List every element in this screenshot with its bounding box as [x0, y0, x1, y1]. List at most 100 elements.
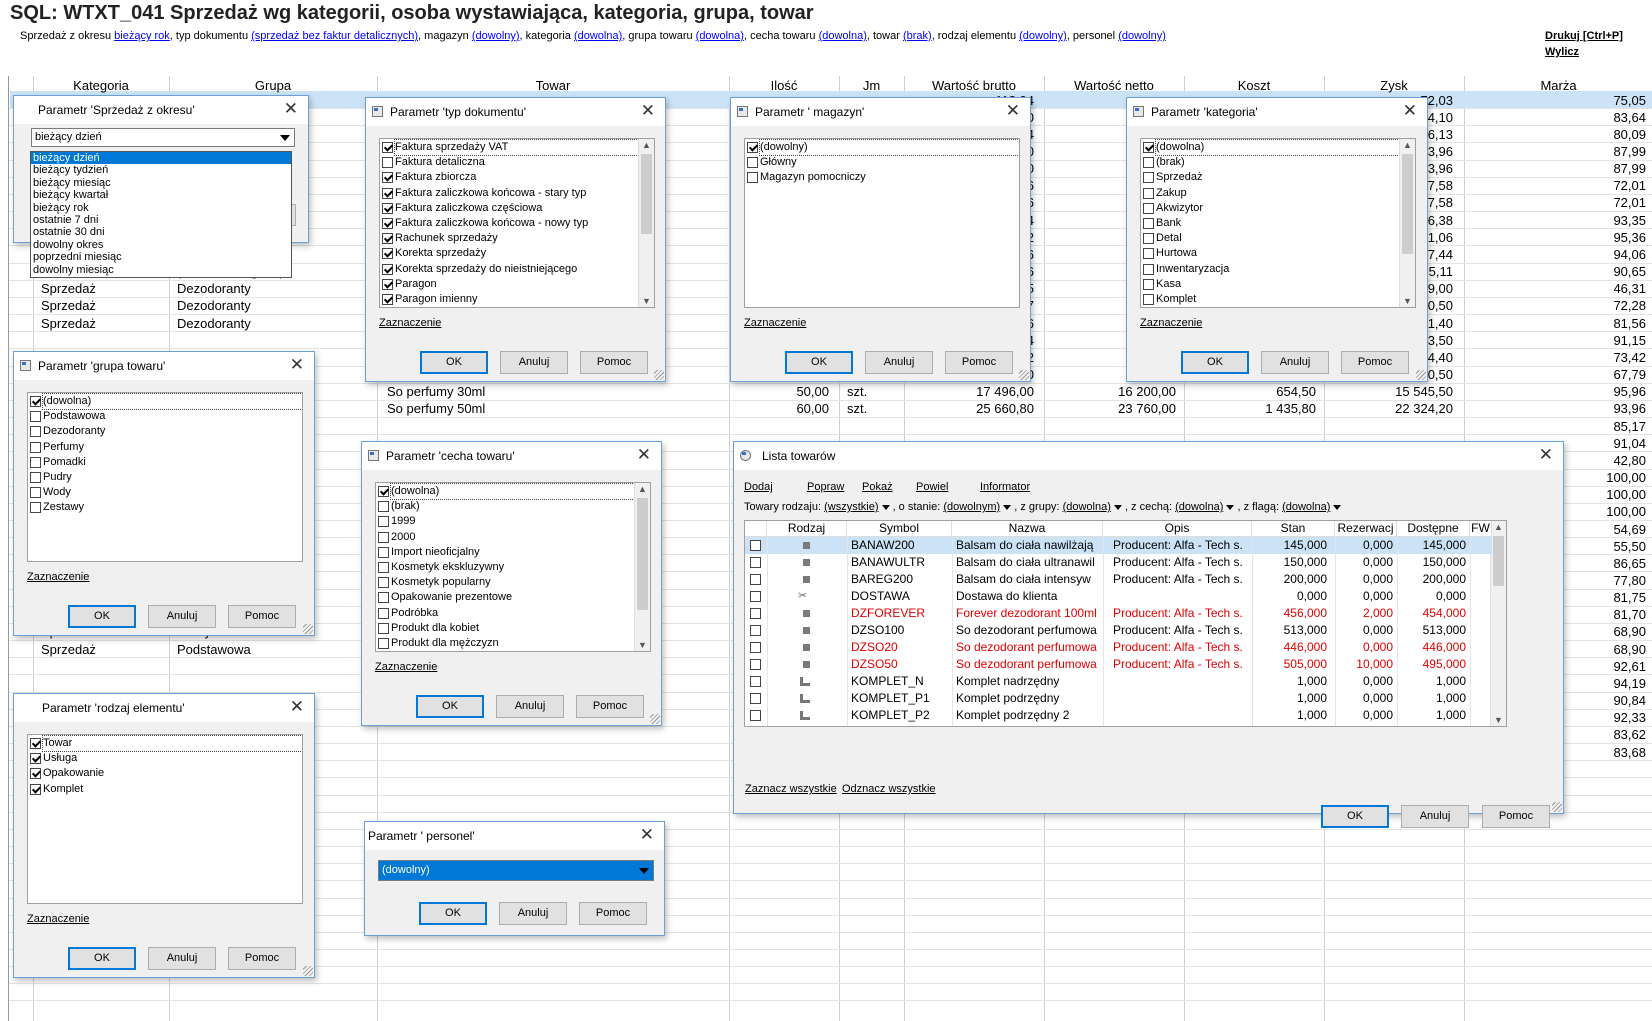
- deselect-all-link[interactable]: Odznacz wszystkie: [842, 783, 936, 795]
- list-item[interactable]: Paragon: [380, 277, 638, 292]
- chevron-down-icon[interactable]: [1333, 504, 1342, 510]
- print-link[interactable]: Drukuj [Ctrl+P]: [1545, 30, 1623, 42]
- list-item[interactable]: (dowolna): [1141, 139, 1400, 157]
- checkbox[interactable]: [382, 233, 393, 245]
- row-checkbox[interactable]: [750, 659, 761, 670]
- close-icon[interactable]: ✕: [637, 445, 651, 465]
- checkbox[interactable]: [378, 531, 389, 543]
- cancel-button[interactable]: Anuluj: [148, 605, 216, 628]
- list-item[interactable]: Kosmetyk popularny: [376, 575, 634, 590]
- chevron-down-icon[interactable]: [1003, 504, 1012, 510]
- checkbox[interactable]: [382, 157, 393, 169]
- resize-grip[interactable]: [650, 714, 660, 724]
- dropdown-option[interactable]: poprzedni miesiąc: [31, 251, 291, 263]
- cancel-button[interactable]: Anuluj: [500, 351, 568, 374]
- dropdown-option[interactable]: dowolny miesiąc: [31, 264, 291, 276]
- checkbox[interactable]: [747, 157, 758, 169]
- scrollbar[interactable]: ▲ ▼: [1490, 521, 1506, 726]
- cancel-button[interactable]: Anuluj: [496, 695, 564, 718]
- list-item[interactable]: Dezodoranty: [28, 424, 302, 439]
- resize-grip[interactable]: [303, 966, 313, 976]
- checkbox[interactable]: [378, 577, 389, 589]
- table-header-5[interactable]: Stan: [1252, 521, 1335, 537]
- close-icon[interactable]: ✕: [641, 101, 655, 121]
- list-item[interactable]: Sprzedaż: [1141, 170, 1399, 185]
- checkbox[interactable]: [1143, 278, 1154, 290]
- checkbox[interactable]: [382, 293, 393, 305]
- checkbox[interactable]: [30, 426, 41, 438]
- resize-grip[interactable]: [1416, 370, 1426, 380]
- table-row[interactable]: DZSO50 So dezodorant perfumowa Producent: …: [745, 656, 1492, 673]
- chevron-down-icon[interactable]: [1226, 504, 1235, 510]
- list-item[interactable]: Komplet: [28, 782, 302, 797]
- checkbox[interactable]: [30, 768, 41, 780]
- ok-button[interactable]: OK: [785, 351, 853, 374]
- scrollbar[interactable]: ▲ ▼: [638, 139, 654, 307]
- ok-button[interactable]: OK: [1321, 805, 1389, 828]
- close-icon[interactable]: ✕: [290, 697, 304, 717]
- checkbox[interactable]: [1143, 218, 1154, 230]
- list-item[interactable]: Faktura zbiorcza: [380, 170, 638, 185]
- list-item[interactable]: Hurtowa: [1141, 246, 1399, 261]
- cancel-button[interactable]: Anuluj: [865, 351, 933, 374]
- param-typ-link[interactable]: (sprzedaż bez faktur detalicznych): [251, 30, 418, 42]
- edit-link[interactable]: Popraw: [807, 481, 844, 493]
- filter-grupa[interactable]: (dowolna): [1063, 501, 1111, 513]
- list-item[interactable]: Kasa: [1141, 277, 1399, 292]
- dropdown-option[interactable]: ostatnie 7 dni: [31, 214, 291, 226]
- checkbox[interactable]: [30, 753, 41, 765]
- checkbox[interactable]: [1143, 172, 1154, 184]
- table-row[interactable]: KOMPLET_P2 Komplet podrzędny 2 1,000 0,000 1…: [745, 707, 1492, 724]
- table-row[interactable]: BANAW200 Balsam do ciała nawilżają Produce…: [745, 537, 1492, 554]
- dropdown-option[interactable]: bieżący tydzień: [31, 164, 291, 176]
- ok-button[interactable]: OK: [419, 902, 487, 925]
- list-item[interactable]: Produkt dla kobiet: [376, 621, 634, 636]
- list-item[interactable]: Towar: [28, 735, 302, 753]
- list-item[interactable]: (dowolny): [745, 139, 1019, 157]
- grid-header-7[interactable]: Wartość netto: [1044, 78, 1184, 94]
- list-item[interactable]: Opakowanie: [28, 766, 302, 781]
- personel-select[interactable]: (dowolny): [378, 860, 654, 881]
- checkbox[interactable]: [378, 592, 389, 604]
- list-item[interactable]: Faktura detaliczna: [380, 155, 638, 170]
- checkbox[interactable]: [1143, 202, 1154, 214]
- scrollbar[interactable]: ▲ ▼: [634, 483, 650, 651]
- table-row[interactable]: DZSO20 So dezodorant perfumowa Producent: …: [745, 639, 1492, 656]
- ok-button[interactable]: OK: [420, 351, 488, 374]
- row-checkbox[interactable]: [750, 642, 761, 653]
- checkbox[interactable]: [1143, 142, 1154, 154]
- checkbox[interactable]: [382, 248, 393, 260]
- list-item[interactable]: Bank: [1141, 216, 1399, 231]
- list-item[interactable]: (dowolna): [28, 393, 302, 411]
- checkbox[interactable]: [747, 142, 758, 154]
- zaznaczenie-link[interactable]: Zaznaczenie: [379, 317, 441, 329]
- cancel-button[interactable]: Anuluj: [1261, 351, 1329, 374]
- zaznaczenie-link[interactable]: Zaznaczenie: [375, 661, 437, 673]
- table-header-3[interactable]: Nazwa: [952, 521, 1103, 537]
- checkbox[interactable]: [382, 172, 393, 184]
- checkbox[interactable]: [1143, 157, 1154, 169]
- close-icon[interactable]: ✕: [284, 99, 298, 119]
- scrollbar[interactable]: ▲ ▼: [1399, 139, 1415, 307]
- chevron-down-icon[interactable]: [881, 504, 890, 510]
- checkbox[interactable]: [378, 607, 389, 619]
- ok-button[interactable]: OK: [416, 695, 484, 718]
- resize-grip[interactable]: [303, 624, 313, 634]
- list-item[interactable]: Wody: [28, 485, 302, 500]
- checkbox[interactable]: [378, 486, 389, 498]
- list-item[interactable]: (brak): [1141, 155, 1399, 170]
- dropdown-option[interactable]: bieżący dzień: [31, 152, 291, 165]
- resize-grip[interactable]: [1019, 370, 1029, 380]
- param-kategoria-link[interactable]: (dowolna): [574, 30, 622, 42]
- close-icon[interactable]: ✕: [1403, 101, 1417, 121]
- informator-link[interactable]: Informator: [980, 481, 1030, 493]
- list-item[interactable]: (dowolna): [376, 483, 635, 501]
- table-row[interactable]: KOMPLET_P1 Komplet podrzędny 1,000 0,000 1,0…: [745, 690, 1492, 707]
- checkbox[interactable]: [30, 456, 41, 468]
- zaznaczenie-link[interactable]: Zaznaczenie: [27, 913, 89, 925]
- table-row[interactable]: DZSO100 So dezodorant perfumowa Producent:…: [745, 622, 1492, 639]
- list-item[interactable]: Zakup: [1141, 186, 1399, 201]
- grid-header-5[interactable]: Jm: [839, 78, 904, 94]
- row-checkbox[interactable]: [750, 625, 761, 636]
- checkbox[interactable]: [30, 411, 41, 423]
